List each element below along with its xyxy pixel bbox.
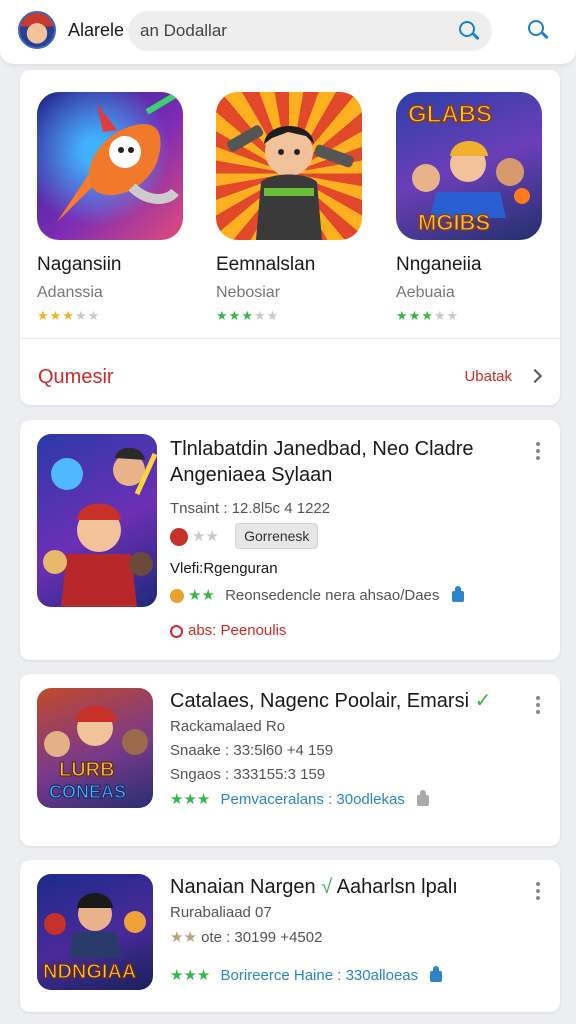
star-icon: ★★★ bbox=[170, 791, 211, 808]
svg-text:NDNGIAA: NDNGIAA bbox=[43, 961, 136, 983]
alert-icon bbox=[170, 624, 183, 638]
search-box[interactable] bbox=[128, 11, 492, 51]
search-icon[interactable] bbox=[527, 19, 549, 41]
review-row: ★★★ Borireerce Haine : 330alloeas bbox=[170, 965, 443, 984]
featured-app-2[interactable]: Eemnalslan Nebosiar ★★★★★ bbox=[216, 92, 366, 324]
list-item[interactable]: NDNGIAA Nanaian Nargen √ Aaharlsn lpalı … bbox=[20, 860, 560, 1012]
app-title: Nanaian Nargen √ Aaharlsn lpalı bbox=[170, 874, 520, 900]
svg-text:MGIBS: MGIBS bbox=[418, 210, 490, 235]
chevron-right-icon[interactable] bbox=[527, 368, 543, 384]
app-title-text: Catalaes, Nagenc Poolair, Emarsi bbox=[170, 690, 470, 712]
search-input[interactable] bbox=[140, 11, 440, 51]
app-meta: Sngaos : 333155:3 159 bbox=[170, 766, 326, 783]
avatar[interactable] bbox=[18, 11, 56, 49]
ads-row: abs: Peenoulis bbox=[170, 622, 286, 639]
review-text: Pemvaceralans : 30odlekas bbox=[220, 791, 405, 808]
thumbs-up-icon[interactable] bbox=[451, 585, 464, 602]
svg-text:LURB: LURB bbox=[59, 759, 115, 781]
star-icon: ★★ bbox=[192, 528, 219, 545]
more-options-icon[interactable] bbox=[536, 882, 540, 903]
app-title-text: Nanaian Nargen bbox=[170, 876, 316, 898]
badge-icon bbox=[170, 528, 188, 547]
featured-app-1[interactable]: Nagansiin Adanssia ★★★★★ bbox=[37, 92, 187, 324]
app-title: Nagansiin bbox=[37, 254, 122, 275]
app-icon[interactable] bbox=[216, 92, 362, 240]
app-icon[interactable]: LURB CONEAS bbox=[37, 688, 153, 808]
app-title: Catalaes, Nagenc Poolair, Emarsi ✓ bbox=[170, 688, 520, 714]
list-item[interactable]: LURB CONEAS Catalaes, Nagenc Poolair, Em… bbox=[20, 674, 560, 846]
app-meta: ote : 30199 +4502 bbox=[201, 929, 323, 946]
verified-check-icon: ✓ bbox=[474, 690, 492, 712]
app-developer: Vlefi:Rgenguran bbox=[170, 560, 278, 577]
app-meta: Snaake : 33:5l60 +4 159 bbox=[170, 742, 334, 759]
app-name: Alarele bbox=[68, 20, 125, 40]
svg-text:CONEAS: CONEAS bbox=[49, 782, 126, 802]
app-subtitle: Adanssia bbox=[37, 284, 103, 301]
star-icon: ★★ bbox=[170, 929, 197, 946]
featured-app-3[interactable]: GLABS MGIBS Nnganeiia Aebuaia ★★★★★ bbox=[396, 92, 546, 324]
star-rating: ★★★★★ bbox=[37, 308, 101, 323]
app-developer: Rackamalaed Ro bbox=[170, 718, 286, 735]
divider bbox=[20, 338, 560, 339]
thumbs-up-icon[interactable] bbox=[430, 965, 443, 982]
more-options-icon[interactable] bbox=[536, 442, 540, 463]
app-subtitle: Nebosiar bbox=[216, 284, 281, 301]
app-icon[interactable]: NDNGIAA bbox=[37, 874, 153, 990]
app-subtitle: Aebuaia bbox=[396, 284, 455, 301]
rating-row: ★★ ote : 30199 +4502 bbox=[170, 928, 322, 946]
app-icon[interactable] bbox=[37, 434, 157, 607]
review-text: Reonsedencle nera ahsao/Daes bbox=[225, 587, 440, 604]
review-row: ★★★ Pemvaceralans : 30odlekas bbox=[170, 789, 429, 808]
app-icon[interactable]: GLABS MGIBS bbox=[396, 92, 542, 240]
app-title: Tlnlabatdin Janedbad, Neo Cladre Angenia… bbox=[170, 438, 474, 486]
top-bar: Alarele bbox=[0, 0, 576, 64]
ads-text: abs: Peenoulis bbox=[188, 622, 287, 639]
featured-apps-card: Nagansiin Adanssia ★★★★★ Eemnalslan Nebo… bbox=[20, 70, 560, 405]
app-icon[interactable] bbox=[37, 92, 183, 240]
see-all-link[interactable]: Ubatak bbox=[464, 368, 512, 385]
star-rating: ★★★★★ bbox=[396, 308, 460, 323]
verified-check-icon: √ bbox=[321, 876, 333, 898]
app-meta: Tnsaint : 12.8l5c 4 1222 bbox=[170, 500, 331, 517]
thumbs-up-icon[interactable] bbox=[416, 789, 429, 806]
more-options-icon[interactable] bbox=[536, 696, 540, 717]
app-developer: Rurabaliaad 07 bbox=[170, 904, 272, 921]
star-icon: ★★ bbox=[188, 587, 215, 604]
svg-text:GLABS: GLABS bbox=[408, 101, 492, 128]
category-tag[interactable]: Gorrenesk bbox=[235, 523, 319, 549]
smile-icon bbox=[170, 589, 184, 604]
app-title: Nnganeiia bbox=[396, 254, 482, 275]
star-rating: ★★★★★ bbox=[216, 308, 280, 323]
star-icon: ★★★ bbox=[170, 967, 211, 984]
list-item[interactable]: Tlnlabatdin Janedbad, Neo Cladre Angenia… bbox=[20, 420, 560, 660]
app-title: Eemnalslan bbox=[216, 254, 316, 275]
review-row: ★★ Reonsedencle nera ahsao/Daes bbox=[170, 585, 464, 604]
search-icon[interactable] bbox=[458, 20, 480, 42]
app-title-suffix: Aaharlsn lpalı bbox=[336, 876, 458, 898]
section-label[interactable]: Qumesir bbox=[38, 366, 114, 389]
review-text: Borireerce Haine : 330alloeas bbox=[220, 967, 419, 984]
rating-row: ★★ Gorrenesk bbox=[170, 523, 319, 549]
